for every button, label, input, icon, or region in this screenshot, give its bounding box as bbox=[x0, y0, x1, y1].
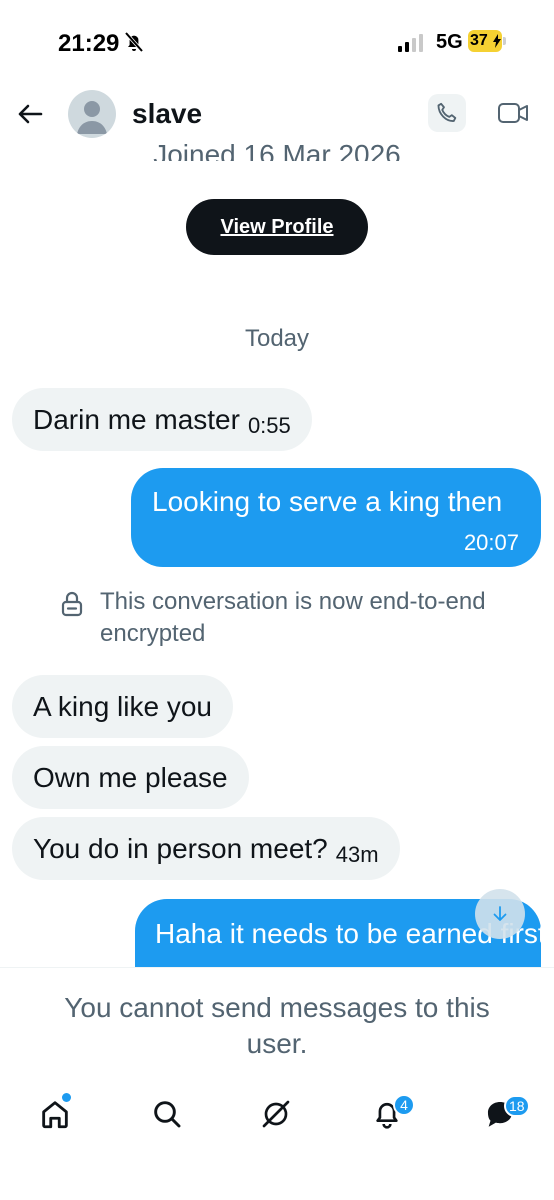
call-button[interactable] bbox=[428, 94, 466, 132]
message-text: Looking to serve a king then bbox=[152, 486, 503, 517]
notifications-badge: 4 bbox=[393, 1094, 415, 1116]
battery-level: 37 bbox=[470, 32, 488, 49]
contact-name[interactable]: slave bbox=[132, 98, 202, 130]
message-text: You do in person meet? bbox=[33, 832, 328, 864]
message-time: 0:55 bbox=[247, 412, 291, 438]
lock-icon bbox=[61, 591, 83, 617]
message-text: Darin me master bbox=[33, 403, 240, 435]
arrow-down-icon bbox=[493, 906, 507, 921]
message-time: 43m bbox=[335, 841, 379, 867]
network-type: 5G bbox=[436, 31, 463, 53]
message-bubble-outgoing[interactable]: Looking to serve a king then 20:07 bbox=[131, 468, 541, 567]
home-unread-dot bbox=[62, 1093, 71, 1102]
grok-icon bbox=[262, 1100, 290, 1128]
view-profile-button[interactable]: View Profile bbox=[186, 199, 368, 255]
message-bubble-incoming[interactable]: Darin me master 0:55 bbox=[12, 388, 312, 451]
cell-signal-icon bbox=[398, 34, 423, 52]
battery-icon: 37 bbox=[468, 30, 506, 52]
charging-bolt-icon bbox=[493, 34, 501, 48]
back-arrow-icon[interactable] bbox=[14, 98, 46, 130]
message-text: A king like you bbox=[33, 690, 212, 722]
phone-icon bbox=[437, 102, 457, 122]
message-bubble-incoming[interactable]: A king like you bbox=[12, 675, 233, 738]
message-bubble-incoming[interactable]: Own me please bbox=[12, 746, 249, 809]
message-list-viewport: Haha it needs to be earned first bbox=[0, 895, 554, 967]
message-bubble-incoming[interactable]: You do in person meet? 43m bbox=[12, 817, 400, 880]
bell-slash-icon bbox=[124, 31, 144, 53]
video-call-button[interactable] bbox=[494, 94, 532, 132]
joined-date: Joined 16 Mar 2026 bbox=[153, 139, 401, 161]
messages-badge: 18 bbox=[504, 1095, 530, 1117]
video-camera-icon bbox=[498, 103, 528, 123]
search-icon bbox=[154, 1101, 181, 1128]
nav-grok[interactable] bbox=[256, 1094, 296, 1134]
message-time: 20:07 bbox=[463, 530, 519, 555]
divider bbox=[0, 967, 554, 968]
nav-search[interactable] bbox=[147, 1094, 187, 1134]
status-time: 21:29 bbox=[58, 30, 120, 57]
date-divider: Today bbox=[244, 325, 310, 352]
scroll-to-bottom-button[interactable] bbox=[475, 889, 525, 939]
encryption-notice: This conversation is now end-to-end encr… bbox=[100, 588, 486, 647]
message-text: Own me please bbox=[33, 761, 228, 793]
home-icon bbox=[42, 1101, 68, 1129]
blocked-notice: You cannot send messages to this user. bbox=[64, 992, 490, 1059]
